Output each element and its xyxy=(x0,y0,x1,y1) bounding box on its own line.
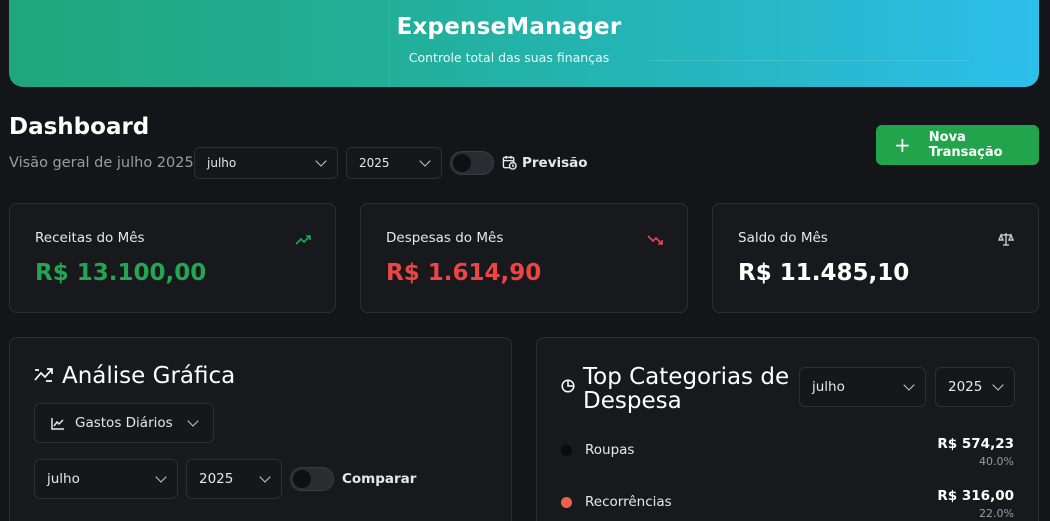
new-transaction-label: Nova Transação xyxy=(928,130,1003,160)
section-title: Análise Gráfica xyxy=(62,363,236,389)
compare-label: Comparar xyxy=(342,471,417,487)
chevron-down-icon xyxy=(903,379,915,391)
page-title: Dashboard xyxy=(9,114,150,140)
section-title: Top Categorias de Despesa xyxy=(583,365,789,413)
chevron-down-icon xyxy=(315,155,327,167)
chevron-down-icon xyxy=(992,379,1004,391)
category-color-dot xyxy=(561,445,572,456)
trending-up-icon xyxy=(295,231,311,250)
category-name: Recorrências xyxy=(585,494,672,510)
chevron-down-icon xyxy=(155,471,167,483)
calendar-clock-icon xyxy=(502,155,517,174)
page-subtitle: Visão geral de julho 2025 xyxy=(9,155,194,171)
brand-tagline: Controle total das suas finanças xyxy=(408,50,610,65)
balance-card: Saldo do Mês R$ 11.485,10 xyxy=(712,203,1039,313)
app-banner: ExpenseManager Controle total das suas f… xyxy=(9,0,1039,87)
section-title-line: Despesa xyxy=(583,388,682,414)
category-amount: R$ 574,23 xyxy=(937,436,1014,452)
top-categories-card: Top Categorias de Despesa julho 2025 Rou… xyxy=(536,337,1039,521)
category-row: Recorrências R$ 316,00 22.0% xyxy=(561,488,1014,521)
category-percent: 40.0% xyxy=(979,455,1014,468)
section-title-line: Top Categorias de xyxy=(583,364,790,390)
compare-toggle[interactable] xyxy=(290,467,334,491)
chart-type-value: Gastos Diários xyxy=(75,415,173,431)
category-name: Roupas xyxy=(585,442,635,458)
stat-value: R$ 11.485,10 xyxy=(738,260,910,286)
forecast-label: Previsão xyxy=(522,155,588,171)
chevron-down-icon xyxy=(419,155,431,167)
categories-month-select[interactable]: julho xyxy=(799,367,926,407)
month-select[interactable]: julho xyxy=(194,147,338,179)
chevron-down-icon xyxy=(259,471,271,483)
month-select-value: julho xyxy=(207,156,237,170)
forecast-toggle[interactable] xyxy=(450,151,494,175)
shuffle-chart-icon xyxy=(34,366,54,388)
plus-icon: + xyxy=(894,133,911,157)
brand-title: ExpenseManager xyxy=(396,14,622,40)
categories-year-select[interactable]: 2025 xyxy=(935,367,1015,407)
analysis-card: Análise Gráfica Gastos Diários julho 202… xyxy=(9,337,512,521)
analysis-month-select[interactable]: julho xyxy=(34,459,178,499)
scale-icon xyxy=(997,231,1015,250)
analysis-month-value: julho xyxy=(47,471,80,487)
stat-label: Saldo do Mês xyxy=(738,230,828,246)
category-color-dot xyxy=(561,497,572,508)
year-select[interactable]: 2025 xyxy=(346,147,442,179)
stat-value: R$ 1.614,90 xyxy=(386,260,542,286)
new-transaction-button[interactable]: + Nova Transação xyxy=(876,125,1039,165)
categories-month-value: julho xyxy=(812,379,845,395)
analysis-year-value: 2025 xyxy=(199,471,234,487)
trending-down-icon xyxy=(647,231,663,250)
pie-chart-icon xyxy=(561,378,575,397)
toggle-knob xyxy=(293,470,311,488)
stat-value: R$ 13.100,00 xyxy=(35,260,207,286)
stat-label: Despesas do Mês xyxy=(386,230,504,246)
category-row: Roupas R$ 574,23 40.0% xyxy=(561,436,1014,476)
expense-card: Despesas do Mês R$ 1.614,90 xyxy=(360,203,688,313)
analysis-year-select[interactable]: 2025 xyxy=(186,459,282,499)
categories-year-value: 2025 xyxy=(948,379,983,395)
toggle-knob xyxy=(453,154,471,172)
stat-label: Receitas do Mês xyxy=(35,230,145,246)
income-card: Receitas do Mês R$ 13.100,00 xyxy=(9,203,336,313)
category-amount: R$ 316,00 xyxy=(937,488,1014,504)
category-percent: 22.0% xyxy=(979,507,1014,520)
chart-type-select[interactable]: Gastos Diários xyxy=(34,403,214,443)
chevron-down-icon xyxy=(187,415,199,427)
year-select-value: 2025 xyxy=(359,156,390,170)
line-chart-icon xyxy=(51,417,65,430)
